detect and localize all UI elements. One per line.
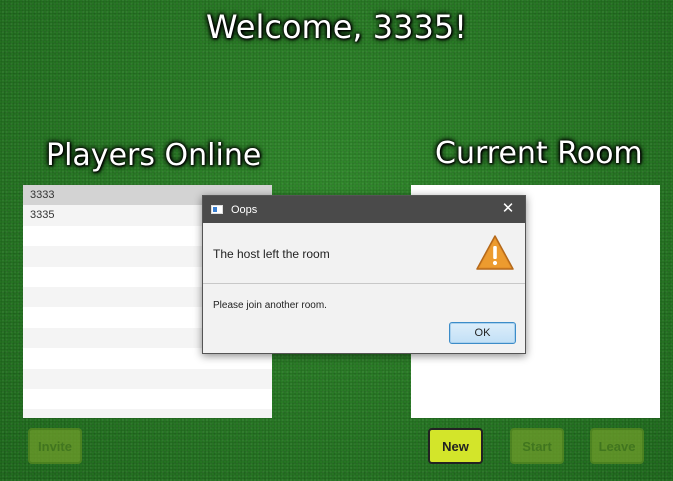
dialog-titlebar[interactable]: Oops ✕ [203,196,525,223]
dialog-header: The host left the room [203,223,525,284]
ok-button[interactable]: OK [449,322,516,344]
leave-button[interactable]: Leave [590,428,644,464]
dialog-header-text: The host left the room [213,247,330,261]
start-button[interactable]: Start [510,428,564,464]
close-icon[interactable]: ✕ [499,200,517,218]
new-room-button[interactable]: New [428,428,483,464]
oops-dialog: Oops ✕ The host left the room Please joi… [202,195,526,354]
list-item [23,368,272,389]
dialog-title: Oops [231,203,258,216]
list-item [23,389,272,409]
app-window-icon [211,205,223,214]
current-room-label: Current Room [435,136,643,171]
players-online-label: Players Online [46,138,262,173]
welcome-title: Welcome, 3335! [206,8,467,46]
invite-button[interactable]: Invite [28,428,82,464]
dialog-message: Please join another room. [213,300,327,311]
list-item [23,409,272,418]
warning-icon [476,235,514,270]
